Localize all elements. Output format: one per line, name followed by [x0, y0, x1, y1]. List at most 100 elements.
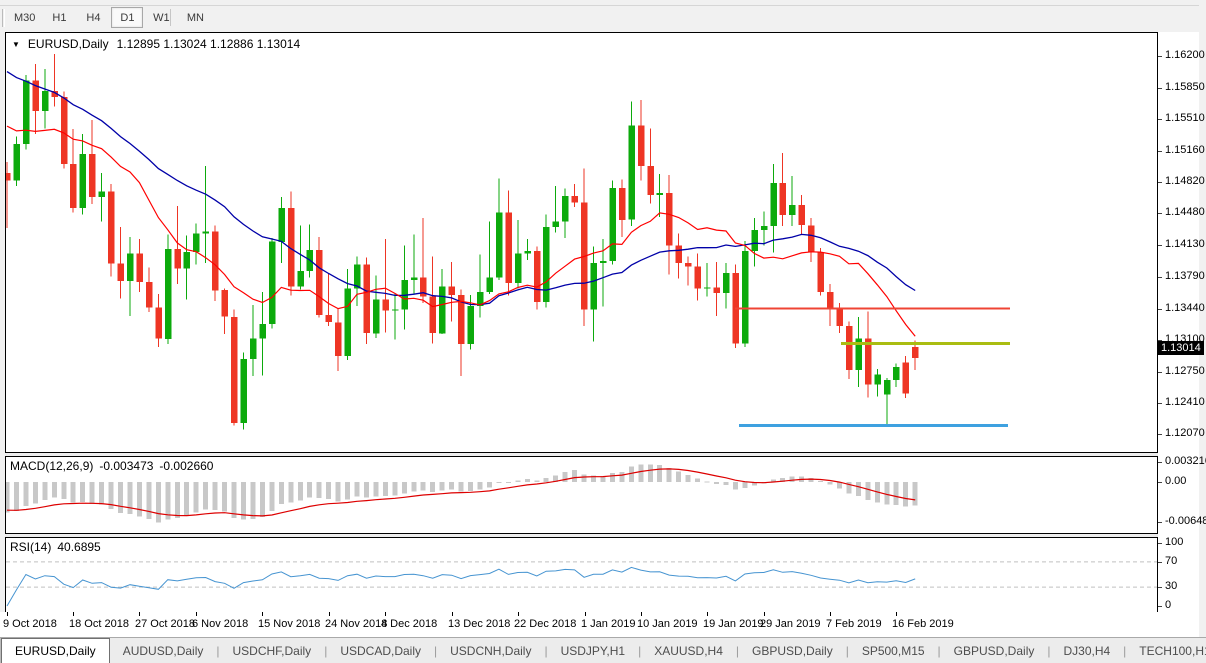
macd-indicator-label: MACD(12,26,9) -0.003473 -0.002660 [10, 459, 213, 473]
date-label: 16 Feb 2019 [892, 618, 954, 630]
date-label: 10 Jan 2019 [637, 618, 698, 630]
price-tick-label: 1.15850 [1165, 81, 1205, 93]
price-tick-label: 1.12410 [1165, 396, 1205, 408]
price-tick-mark [1158, 462, 1162, 463]
price-tick-mark [1158, 403, 1162, 404]
date-tick-mark [518, 612, 519, 616]
price-tick-mark [1158, 482, 1162, 483]
price-tick-label: 70 [1165, 555, 1177, 567]
price-tick-label: 1.12070 [1165, 427, 1205, 439]
date-label: 13 Dec 2018 [448, 618, 510, 630]
price-tick-label: 1.14130 [1165, 238, 1205, 250]
window-right-edge [1199, 0, 1206, 663]
chart-tab-gbpusd-daily[interactable]: GBPUSD,Daily [941, 638, 1048, 663]
date-label: 15 Nov 2018 [258, 618, 320, 630]
chart-tab-audusd-daily[interactable]: AUDUSD,Daily [110, 638, 217, 663]
price-tick-mark [1158, 434, 1162, 435]
chart-title: ▼ EURUSD,Daily 1.12895 1.13024 1.12886 1… [12, 37, 300, 51]
date-label: 22 Dec 2018 [514, 618, 576, 630]
date-label: 29 Jan 2019 [760, 618, 821, 630]
chart-ohlc-values: 1.12895 1.13024 1.12886 1.13014 [117, 37, 301, 51]
price-tick-mark [1158, 606, 1162, 607]
rsi-panel[interactable] [6, 538, 1157, 610]
rsi-indicator-label: RSI(14) 40.6895 [10, 540, 101, 554]
date-label: 9 Oct 2018 [3, 618, 57, 630]
chart-tab-sp500-m15[interactable]: SP500,M15 [849, 638, 938, 663]
price-tick-label: 1.15160 [1165, 144, 1205, 156]
chart-tab-usdcnh-daily[interactable]: USDCNH,Daily [437, 638, 544, 663]
symbol-dropdown-icon[interactable]: ▼ [12, 40, 20, 49]
main-chart-panel[interactable] [6, 33, 1157, 452]
price-tick-mark [1158, 309, 1162, 310]
price-tick-mark [1158, 213, 1162, 214]
date-tick-mark [764, 612, 765, 616]
date-label: 27 Oct 2018 [135, 618, 195, 630]
toolbar-divider [0, 5, 1206, 6]
date-label: 4 Dec 2018 [381, 618, 437, 630]
date-label: 6 Nov 2018 [192, 618, 248, 630]
price-tick-mark [1158, 245, 1162, 246]
chart-tab-gbpusd-daily[interactable]: GBPUSD,Daily [739, 638, 846, 663]
price-tick-mark [1158, 277, 1162, 278]
timeframe-button-mn[interactable]: MN [179, 7, 211, 28]
timeframe-button-d1[interactable]: D1 [111, 7, 143, 28]
date-label: 19 Jan 2019 [703, 618, 764, 630]
rsi-value: 40.6895 [57, 540, 100, 554]
toolbar-drag-grip[interactable] [2, 9, 5, 27]
timeframe-button-m30[interactable]: M30 [8, 7, 41, 28]
timeframe-button-h1[interactable]: H1 [43, 7, 75, 28]
toolbar-separator [170, 9, 171, 26]
price-tick-label: 1.14480 [1165, 206, 1205, 218]
price-tick-mark [1158, 119, 1162, 120]
chart-tabs: EURUSD,DailyAUDUSD,Daily|USDCHF,Daily|US… [1, 638, 1206, 663]
chart-tab-eurusd-daily[interactable]: EURUSD,Daily [1, 638, 110, 663]
date-tick-mark [830, 612, 831, 616]
price-tick-label: 30 [1165, 580, 1177, 592]
price-tick-label: 1.13790 [1165, 270, 1205, 282]
date-label: 24 Nov 2018 [325, 618, 387, 630]
price-tick-mark [1158, 562, 1162, 563]
chart-tab-xauusd-h4[interactable]: XAUUSD,H4 [641, 638, 736, 663]
price-tick-mark [1158, 88, 1162, 89]
date-tick-mark [385, 612, 386, 616]
date-label: 1 Jan 2019 [581, 618, 635, 630]
timeframe-button-w1[interactable]: W1 [145, 7, 177, 28]
price-tick-mark [1158, 522, 1162, 523]
chart-tab-usdchf-daily[interactable]: USDCHF,Daily [220, 638, 325, 663]
price-tick-label: 1.12750 [1165, 365, 1205, 377]
price-tick-label: 1.14820 [1165, 175, 1205, 187]
price-tick-mark [1158, 182, 1162, 183]
price-tick-mark [1158, 543, 1162, 544]
price-tick-label: 1.16200 [1165, 49, 1205, 61]
date-tick-mark [329, 612, 330, 616]
rsi-name: RSI(14) [10, 540, 51, 554]
price-tick-label: 1.15510 [1165, 112, 1205, 124]
chart-tab-bar: EURUSD,DailyAUDUSD,Daily|USDCHF,Daily|US… [0, 637, 1206, 663]
date-tick-mark [896, 612, 897, 616]
timeframe-buttons: M30H1H4D1W1MN [8, 7, 211, 28]
price-tick-label: 0 [1165, 599, 1171, 611]
chart-tab-dj30-h4[interactable]: DJ30,H4 [1050, 638, 1123, 663]
price-tick-label: -0.006485 [1165, 515, 1206, 527]
chart-symbol-label: EURUSD,Daily [28, 37, 109, 51]
price-tick-label: 1.13100 [1165, 333, 1205, 345]
date-label: 18 Oct 2018 [69, 618, 129, 630]
price-tick-mark [1158, 151, 1162, 152]
macd-name: MACD(12,26,9) [10, 459, 93, 473]
date-tick-mark [585, 612, 586, 616]
chart-tab-usdcad-daily[interactable]: USDCAD,Daily [327, 638, 434, 663]
chart-tab-tech100-h1[interactable]: TECH100,H1 [1126, 638, 1206, 663]
date-label: 7 Feb 2019 [826, 618, 882, 630]
price-tick-mark [1158, 587, 1162, 588]
price-tick-mark [1158, 56, 1162, 57]
price-tick-label: 0.003216 [1165, 455, 1206, 467]
date-tick-mark [452, 612, 453, 616]
date-tick-mark [73, 612, 74, 616]
price-tick-label: 0.00 [1165, 475, 1186, 487]
date-tick-mark [196, 612, 197, 616]
price-tick-mark [1158, 340, 1162, 341]
date-tick-mark [707, 612, 708, 616]
chart-tab-usdjpy-h1[interactable]: USDJPY,H1 [548, 638, 638, 663]
date-tick-mark [641, 612, 642, 616]
timeframe-button-h4[interactable]: H4 [77, 7, 109, 28]
